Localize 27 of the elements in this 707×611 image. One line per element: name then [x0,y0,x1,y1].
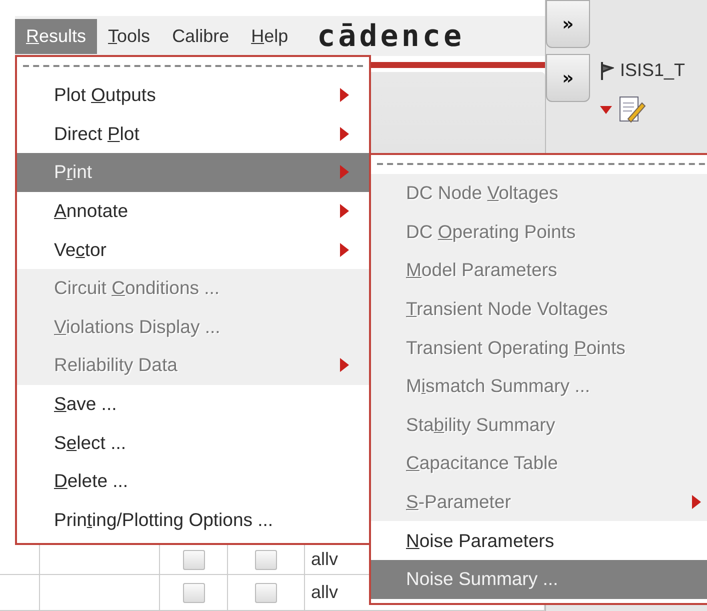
empty-cell [0,575,40,611]
submenu-arrow-icon [340,358,349,372]
menu-bar-item[interactable]: Results [15,18,98,54]
menu-item[interactable]: Noise Summary ... [371,560,707,599]
checkbox[interactable] [255,550,277,570]
caret-icon[interactable] [600,106,612,114]
submenu-arrow-icon [340,204,349,218]
expand-button[interactable]: » [546,54,590,102]
expand-button[interactable]: » [546,0,590,48]
pin-icon [600,62,614,80]
submenu-arrow-icon [340,165,349,180]
submenu-arrow-icon [340,242,349,257]
checkbox[interactable] [182,550,204,570]
submenu-arrow-icon [692,495,701,510]
table-cell-text: allv [310,582,338,603]
table-cell-text: allv [310,549,338,570]
cell-name: ISIS1_T [620,60,686,81]
submenu-arrow-icon [340,88,349,102]
menu-item[interactable]: Print [17,153,369,192]
menu-bar-item[interactable]: Tools [97,18,162,54]
checkbox[interactable] [255,582,277,602]
edit-icon[interactable] [618,95,646,125]
checkbox[interactable] [182,582,204,602]
submenu-arrow-icon [340,126,349,141]
menu-bar-item[interactable]: Calibre [161,18,240,54]
menu-bar-item[interactable]: Help [240,18,300,54]
logo: cādence [317,18,465,54]
